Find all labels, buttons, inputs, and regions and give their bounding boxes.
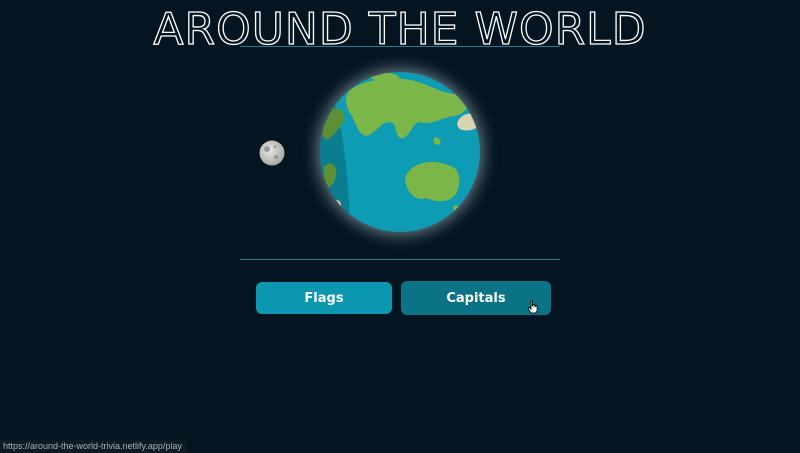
- status-bar-url: https://around-the-world-trivia.netlify.…: [0, 439, 187, 453]
- moon-icon: [259, 140, 285, 166]
- play-page: AROUND THE WORLD Flags Capitals https://…: [0, 0, 800, 453]
- flags-mode-button[interactable]: Flags: [256, 282, 392, 314]
- earth-scene: [259, 56, 500, 252]
- app-title: AROUND THE WORLD: [153, 3, 647, 55]
- title-underline: [240, 46, 560, 47]
- section-divider: [240, 259, 560, 260]
- hand-pointer-cursor-icon: [527, 300, 538, 314]
